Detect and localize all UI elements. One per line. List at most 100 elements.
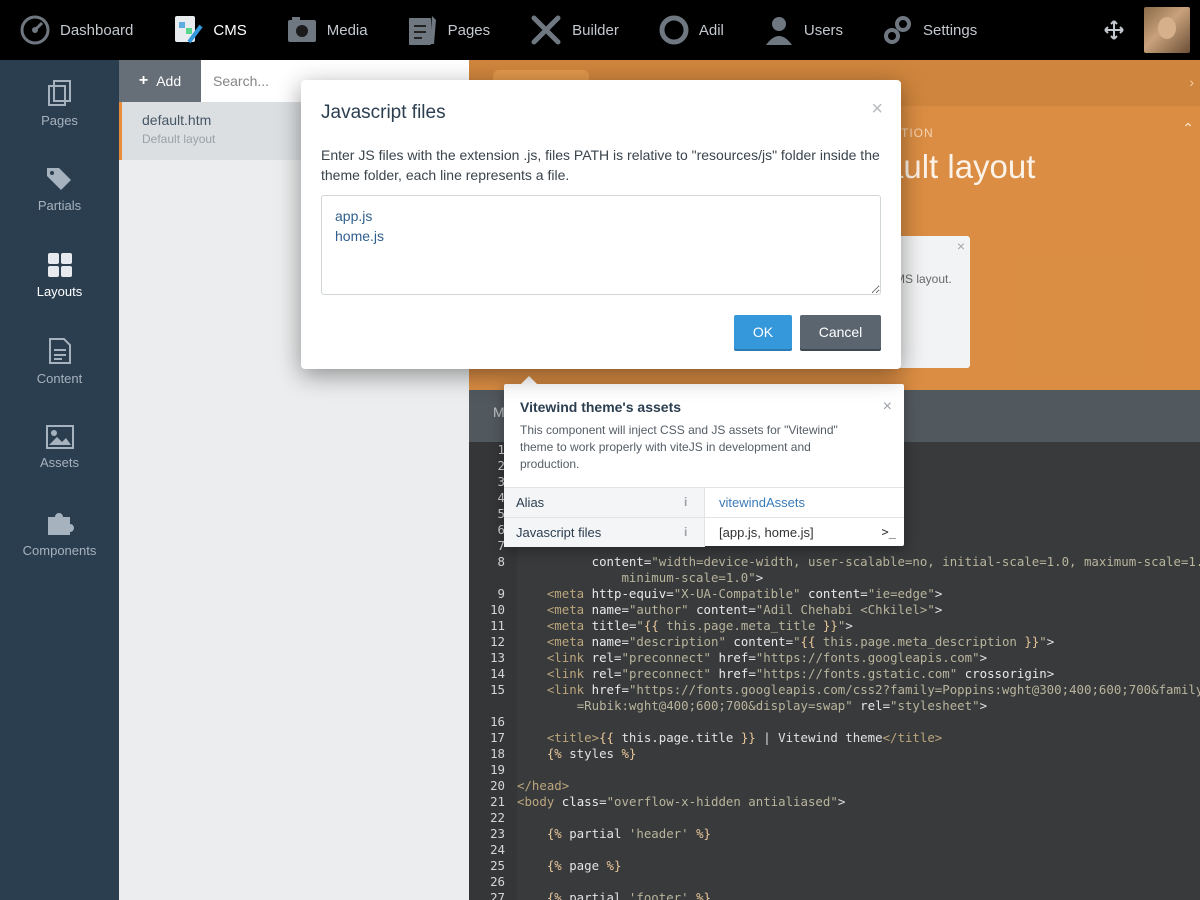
line-number: 21: [490, 794, 505, 809]
alias-value[interactable]: vitewindAssets: [704, 488, 904, 517]
property-key: Javascript files: [504, 518, 704, 547]
line-number: 15: [490, 682, 505, 697]
line-number: 7: [497, 538, 505, 553]
line-number: 11: [490, 618, 505, 633]
code-line: 10 <meta name="author" content="Adil Che…: [469, 602, 1200, 618]
sidebar-item-label: Components: [22, 542, 97, 558]
code-text: <link href="https://fonts.googleapis.com…: [546, 682, 1200, 697]
code-line: minimum-scale=1.0">: [469, 570, 1200, 586]
nav-adil[interactable]: Adil: [639, 0, 744, 60]
nav-settings[interactable]: Settings: [863, 0, 997, 60]
code-text: </head>: [517, 778, 570, 793]
nav-pages[interactable]: Pages: [388, 0, 511, 60]
info-icon[interactable]: i: [684, 495, 687, 509]
sidebar-item-components[interactable]: Components: [0, 490, 119, 576]
code-line: =Rubik:wght@400;600;700&display=swap" re…: [469, 698, 1200, 714]
property-key: Alias: [504, 488, 704, 517]
sidebar-item-pages[interactable]: Pages: [0, 60, 119, 146]
code-text: {% partial 'footer' %}: [546, 890, 711, 900]
chevron-right-icon[interactable]: ›: [1189, 74, 1194, 90]
code-line: 24: [469, 842, 1200, 858]
move-arrows-icon[interactable]: [1104, 20, 1124, 40]
code-text: <title>{{ this.page.title }} | Vitewind …: [546, 730, 943, 745]
line-number: 27: [490, 890, 505, 900]
line-number: 1: [497, 442, 505, 457]
line-number: 19: [490, 762, 505, 777]
code-line: 8 content="width=device-width, user-scal…: [469, 554, 1200, 570]
code-text: <body class="overflow-x-hidden antialias…: [517, 794, 846, 809]
pages-icon: [47, 79, 71, 106]
code-text: =Rubik:wght@400;600;700&display=swap" re…: [576, 698, 988, 713]
cancel-button[interactable]: Cancel: [800, 315, 881, 349]
javascript-files-textarea[interactable]: app.js home.js: [321, 195, 881, 295]
add-button[interactable]: + Add: [119, 60, 201, 102]
code-line: 14 <link rel="preconnect" href="https://…: [469, 666, 1200, 682]
nav-media[interactable]: Media: [267, 0, 388, 60]
sidebar-item-label: Content: [36, 370, 83, 386]
code-text: {% page %}: [546, 858, 622, 873]
inspector-row-javascript-files: Javascript files i [app.js, home.js] >_: [504, 517, 904, 547]
cms-icon: [175, 16, 203, 44]
close-icon[interactable]: ×: [871, 98, 883, 121]
sidebar-item-label: Layouts: [36, 283, 83, 299]
inspector-row-alias: Alias i vitewindAssets: [504, 487, 904, 517]
info-icon[interactable]: i: [684, 525, 687, 539]
line-number: 4: [497, 490, 505, 505]
modal-title: Javascript files: [321, 102, 446, 123]
inspector-description: This component will inject CSS and JS as…: [520, 423, 838, 471]
code-text: {% partial 'header' %}: [546, 826, 711, 841]
sidebar-item-content[interactable]: Content: [0, 318, 119, 404]
terminal-icon[interactable]: >_: [882, 525, 896, 539]
line-number: 17: [490, 730, 505, 745]
sidebar: Pages Partials Layouts Content Assets Co…: [0, 60, 119, 900]
nav-right: [1104, 0, 1200, 60]
tags-icon: [46, 167, 71, 190]
ok-button[interactable]: OK: [734, 315, 792, 349]
line-number: 14: [490, 666, 505, 681]
nav-label: CMS: [213, 21, 247, 39]
code-line: 20 </head>: [469, 778, 1200, 794]
media-icon: [287, 17, 316, 42]
modal-description: Enter JS files with the extension .js, f…: [321, 147, 880, 183]
nav-users[interactable]: Users: [744, 0, 863, 60]
sidebar-item-label: Pages: [41, 112, 78, 128]
sidebar-item-label: Partials: [37, 197, 82, 213]
nav-dashboard[interactable]: Dashboard: [0, 0, 153, 60]
code-text: <meta title="{{ this.page.meta_title }}"…: [546, 618, 853, 633]
code-text: <meta name="author" content="Adil Chehab…: [546, 602, 943, 617]
nav-cms[interactable]: CMS: [153, 0, 266, 60]
layout-title[interactable]: ault layout: [885, 148, 1035, 186]
line-number: 12: [490, 634, 505, 649]
code-line: 19: [469, 762, 1200, 778]
code-text: <meta http-equiv="X-UA-Compatible" conte…: [546, 586, 943, 601]
puzzle-icon: [47, 512, 74, 535]
code-text: <meta name="description" content="{{ thi…: [546, 634, 1055, 649]
javascript-files-value[interactable]: [app.js, home.js]: [704, 518, 904, 547]
line-number: 20: [490, 778, 505, 793]
sidebar-item-assets[interactable]: Assets: [0, 404, 119, 490]
close-icon[interactable]: ×: [883, 398, 892, 416]
code-text: <link rel="preconnect" href="https://fon…: [546, 650, 988, 665]
javascript-files-text: [app.js, home.js]: [719, 525, 814, 540]
code-line: 15 <link href="https://fonts.googleapis.…: [469, 682, 1200, 698]
close-icon[interactable]: ×: [957, 238, 965, 254]
sidebar-item-partials[interactable]: Partials: [0, 146, 119, 232]
code-text: minimum-scale=1.0">: [621, 570, 764, 585]
editor-tab-label[interactable]: M: [493, 404, 505, 420]
code-line: 16: [469, 714, 1200, 730]
chevron-up-icon[interactable]: ⌃: [1182, 120, 1194, 137]
line-number: 26: [490, 874, 505, 889]
nav-builder[interactable]: Builder: [510, 0, 639, 60]
sidebar-item-layouts[interactable]: Layouts: [0, 232, 119, 318]
settings-icon: [884, 16, 912, 44]
inspector-title: Vitewind theme's assets: [520, 399, 682, 415]
code-text: content="width=device-width, user-scalab…: [591, 554, 1200, 569]
line-number: 8: [497, 554, 505, 569]
assets-image-icon: [45, 424, 74, 449]
nav-label: Builder: [572, 21, 619, 39]
nav-label: Users: [803, 21, 844, 39]
line-number: 22: [490, 810, 505, 825]
code-line: 12 <meta name="description" content="{{ …: [469, 634, 1200, 650]
nav-label: Settings: [923, 21, 978, 39]
avatar[interactable]: [1144, 7, 1190, 53]
